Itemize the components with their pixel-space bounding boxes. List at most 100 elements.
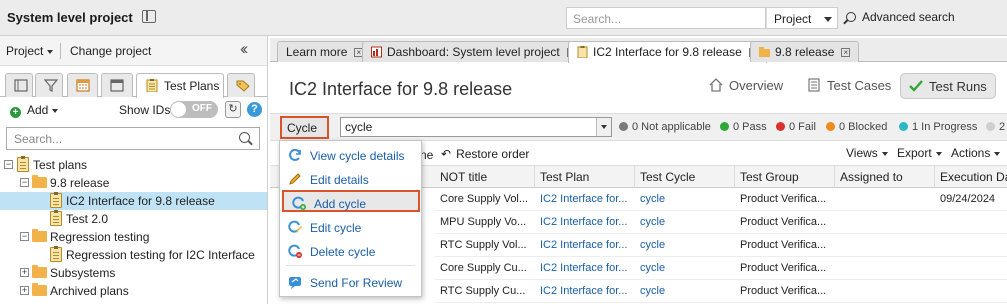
cell-execution-date [935,211,1007,234]
caret-down-icon [935,151,942,156]
menu-item-delete-cycle[interactable]: Delete cycle [280,240,421,262]
tab-learn-more[interactable]: Learn more × [277,41,373,62]
refresh-icon[interactable]: ↻ [225,101,241,118]
views-menu[interactable]: Views [846,146,888,160]
export-menu[interactable]: Export [897,146,942,160]
menu-item-view-cycle-details[interactable]: View cycle details [280,144,421,166]
tree-search-placeholder: Search... [14,132,63,146]
menu-item-edit-cycle[interactable]: Edit cycle [280,216,421,238]
chevron-down-icon[interactable] [596,118,611,136]
clipboard-icon [50,192,62,208]
collapse-icon[interactable]: − [20,232,29,241]
cell-title: RTC Supply Vol... [435,234,535,257]
status-not-applicable: 0 Not applicable [619,121,711,133]
clipboard-icon [577,46,588,58]
column-header-test-plan[interactable]: Test Plan [535,166,635,188]
tab-label: IC2 Interface for 9.8 release [593,45,742,59]
column-header-title[interactable]: NOT title [435,166,535,188]
tree-node-9-8-release[interactable]: − 9.8 release [0,174,267,192]
tab-tags[interactable] [227,73,255,97]
cell-test-plan[interactable]: IC2 Interface for... [535,280,635,303]
pencil-icon [289,173,301,185]
tab-documents[interactable] [5,73,33,97]
cell-execution-date: 09/24/2024 [935,188,1007,211]
global-search-input[interactable]: Search... [566,7,766,29]
tree-node-test-2-0[interactable]: Test 2.0 [0,210,267,228]
tree-node-subsystems[interactable]: + Subsystems [0,264,267,282]
cell-test-plan[interactable]: IC2 Interface for... [535,234,635,257]
help-icon[interactable]: ? [247,102,262,117]
restore-order-button[interactable]: ↶ Restore order [441,147,529,161]
tab-filter[interactable] [35,73,63,97]
project-menu[interactable]: Project [6,44,54,58]
status-other: 2 [986,121,1005,133]
review-icon [289,277,301,289]
cell-test-cycle[interactable]: cycle [635,280,735,303]
search-scope-select[interactable]: Project [766,7,838,29]
expand-icon[interactable]: + [20,286,29,295]
tab-dashboard[interactable]: Dashboard: System level project× [362,41,585,62]
tree-node-test-plans[interactable]: − Test plans [0,156,267,174]
column-header-test-group[interactable]: Test Group [735,166,835,188]
tab-window[interactable] [101,73,133,97]
tab-test-plans[interactable]: Test Plans [136,73,224,98]
cell-test-plan[interactable]: IC2 Interface for... [535,211,635,234]
cycle-select[interactable]: cycle [340,117,612,137]
tab-label: 9.8 release [775,45,835,59]
status-label: 1 In Progress [912,121,978,133]
collapse-icon[interactable]: − [20,178,29,187]
menu-item-edit-details[interactable]: Edit details [280,168,421,190]
menu-item-add-cycle[interactable]: Add cycle [282,190,420,212]
tree-node-label: 9.8 release [50,176,110,190]
tree-node-regression-testing[interactable]: − Regression testing [0,228,267,246]
refresh-cycle-icon [289,148,301,161]
cell-test-plan[interactable]: IC2 Interface for... [535,188,635,211]
advanced-search-link[interactable]: Advanced search [846,10,955,24]
close-icon[interactable]: × [841,48,851,57]
tree-node-regression-i2c[interactable]: Regression testing for I2C Interface [0,246,267,264]
tab-ic2-interface[interactable]: IC2 Interface for 9.8 release× [568,41,767,63]
show-ids-toggle[interactable]: OFF [170,101,218,118]
tree-node-archived-plans[interactable]: + Archived plans [0,282,267,300]
toolbar-fragment-text: ne [420,148,434,162]
test-cases-button[interactable]: Test Cases [807,73,891,99]
tree-node-label: IC2 Interface for 9.8 release [66,194,215,208]
column-header-test-cycle[interactable]: Test Cycle [635,166,735,188]
cell-assigned-to [835,257,935,280]
tree-node-ic2-interface[interactable]: IC2 Interface for 9.8 release [0,192,267,210]
tree-search-input[interactable]: Search... [6,127,260,150]
status-dot-icon [826,122,835,131]
column-header-execution-date[interactable]: Execution Da [935,166,1007,188]
cell-test-plan[interactable]: IC2 Interface for... [535,257,635,280]
clipboard-icon [146,79,158,92]
status-label: 0 Not applicable [632,121,711,133]
cell-test-cycle[interactable]: cycle [635,211,735,234]
add-button[interactable]: + Add [10,103,59,118]
tab-9-8-release[interactable]: 9.8 release × [750,41,860,62]
expand-icon[interactable]: + [20,268,29,277]
views-menu-label: Views [846,146,878,160]
cycle-button-label: Cycle [287,121,318,135]
status-label: 2 [999,121,1006,133]
collapse-icon[interactable]: − [4,160,13,169]
cell-assigned-to [835,211,935,234]
sidebar-toggle-icon[interactable] [142,10,156,23]
test-runs-button[interactable]: Test Runs [900,73,996,99]
cell-test-cycle[interactable]: cycle [635,257,735,280]
tab-calendar[interactable] [67,73,98,97]
cycle-menu-button[interactable]: Cycle [280,116,329,145]
window-icon [110,79,124,92]
menu-item-label: Edit cycle [310,221,362,235]
cell-test-cycle[interactable]: cycle [635,188,735,211]
actions-menu[interactable]: Actions [951,146,1001,160]
overview-button[interactable]: Overview [709,73,783,99]
change-project-link[interactable]: Change project [70,44,151,58]
collapse-panel-icon[interactable]: ‹‹ [240,39,249,59]
project-menu-label: Project [6,44,44,58]
status-dot-icon [986,122,995,131]
add-cycle-icon [292,196,306,210]
menu-item-send-for-review[interactable]: Send For Review [280,271,421,293]
menu-item-label: Delete cycle [310,245,376,259]
column-header-assigned-to[interactable]: Assigned to [835,166,935,188]
cell-test-cycle[interactable]: cycle [635,234,735,257]
